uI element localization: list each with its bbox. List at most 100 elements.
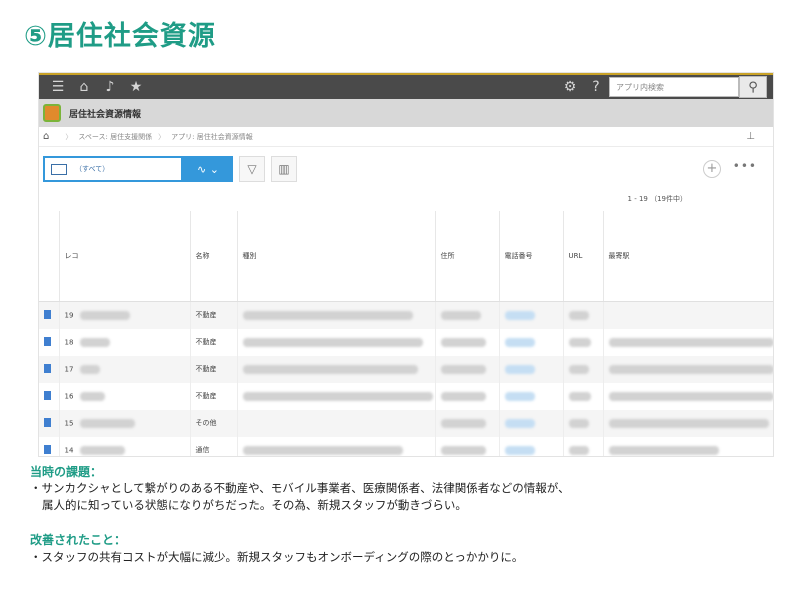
column-header[interactable]: 最寄駅: [603, 211, 773, 302]
column-header[interactable]: 住所: [435, 211, 500, 302]
app-search-input[interactable]: アプリ内検索: [609, 77, 739, 97]
view-toolbar: （すべて） ∿ ⌄ ▽ ▥ + •••: [39, 147, 773, 191]
issues-heading: 当時の課題：: [30, 465, 103, 479]
redacted-url: [504, 337, 535, 347]
table-row[interactable]: 15 その他: [39, 409, 773, 437]
bell-icon[interactable]: ♪: [97, 76, 123, 98]
filter-button[interactable]: ▽: [239, 156, 265, 182]
graph-button[interactable]: ▥: [271, 156, 297, 182]
breadcrumb: ⌂ 〉 スペース: 居住支援関係 〉 アプリ: 居住社会資源情報 ⊥: [39, 127, 773, 147]
table-row[interactable]: 14 通信: [39, 436, 773, 456]
record-detail-icon[interactable]: [44, 444, 51, 454]
view-select[interactable]: （すべて）: [43, 156, 183, 182]
redacted-station: [568, 337, 591, 347]
app-icon: [43, 104, 61, 122]
improvements-heading: 改善されたこと：: [30, 533, 127, 547]
record-detail-icon[interactable]: [44, 363, 51, 373]
redacted-station: [568, 364, 589, 374]
redacted-address: [242, 445, 403, 455]
home-icon[interactable]: ⌂: [71, 76, 97, 98]
search-icon[interactable]: ⚲: [739, 76, 767, 98]
redacted-phone: [440, 364, 486, 374]
table-row[interactable]: 18 不動産: [39, 328, 773, 356]
redacted-url: [504, 310, 535, 320]
filter-icon: ▽: [247, 162, 257, 176]
record-count: 1 - 19 （19件中）: [627, 195, 687, 203]
column-header[interactable]: レコ: [59, 211, 191, 302]
column-header[interactable]: 電話番号: [499, 211, 564, 302]
top-navigation-bar: ☰ ⌂ ♪ ★ ⚙ ? アプリ内検索 ⚲: [39, 73, 773, 99]
record-number: 16: [64, 392, 74, 400]
chart-line-icon: ∿: [197, 162, 207, 176]
redacted-notes: [608, 337, 773, 347]
record-number: 17: [64, 365, 74, 373]
redacted-phone: [440, 445, 486, 455]
redacted-address: [242, 391, 433, 401]
record-type: 不動産: [195, 365, 217, 373]
redacted-phone: [440, 310, 481, 320]
record-type: 不動産: [195, 311, 217, 320]
gear-icon[interactable]: ⚙: [557, 76, 583, 98]
redacted-name: [80, 364, 101, 374]
table-header-spacer: [39, 211, 60, 302]
record-type: 通信: [195, 446, 210, 454]
redacted-url: [504, 364, 535, 374]
breadcrumb-space[interactable]: スペース: 居住支援関係: [78, 132, 152, 142]
redacted-url: [504, 445, 535, 455]
column-header[interactable]: URL: [563, 211, 604, 302]
redacted-address: [242, 310, 413, 320]
redacted-name: [80, 391, 106, 401]
more-options-icon[interactable]: •••: [733, 159, 757, 173]
record-number: 18: [64, 338, 74, 346]
redacted-name: [80, 337, 111, 347]
table-row[interactable]: 17 不動産: [39, 355, 773, 383]
slide-title: ⑤居住社会資源: [24, 21, 216, 52]
add-record-button[interactable]: +: [703, 160, 721, 178]
record-number: 14: [64, 446, 74, 454]
issues-line-2: 属人的に知っている状態になりがちだった。その為、新規スタッフが動きづらい。: [42, 498, 467, 512]
app-header: 居住社会資源情報: [39, 99, 773, 127]
redacted-phone: [440, 418, 486, 428]
redacted-station: [568, 310, 589, 320]
redacted-station: [568, 391, 591, 401]
star-icon[interactable]: ★: [123, 76, 149, 98]
record-detail-icon[interactable]: [44, 309, 51, 319]
redacted-phone: [440, 391, 486, 401]
redacted-phone: [440, 337, 486, 347]
graph-view-button[interactable]: ∿ ⌄: [183, 156, 233, 182]
record-detail-icon[interactable]: [44, 417, 51, 427]
column-header[interactable]: 名称: [190, 211, 238, 302]
bar-chart-icon: ▥: [278, 162, 290, 176]
redacted-notes: [608, 364, 773, 374]
redacted-notes: [608, 445, 719, 455]
record-detail-icon[interactable]: [44, 336, 51, 346]
app-screenshot: ☰ ⌂ ♪ ★ ⚙ ? アプリ内検索 ⚲ 居住社会資源情報 ⌂ 〉 スペース: …: [38, 72, 774, 457]
view-select-label: （すべて）: [75, 165, 110, 173]
app-name: 居住社会資源情報: [69, 109, 142, 120]
redacted-url: [504, 418, 535, 428]
help-icon[interactable]: ?: [583, 76, 609, 98]
record-type: 不動産: [195, 392, 217, 400]
redacted-url: [504, 391, 535, 401]
record-number: 19: [64, 311, 74, 320]
redacted-notes: [608, 418, 769, 428]
home-icon[interactable]: ⌂: [43, 131, 49, 142]
redacted-address: [242, 364, 418, 374]
record-type: その他: [195, 419, 217, 427]
table-row[interactable]: 16 不動産: [39, 382, 773, 410]
menu-icon[interactable]: ☰: [45, 76, 71, 98]
column-header[interactable]: 種別: [237, 211, 436, 302]
record-type: 不動産: [195, 338, 217, 346]
redacted-name: [80, 310, 131, 320]
table-row[interactable]: 19 不動産: [39, 301, 773, 329]
chevron-down-icon: ⌄: [209, 162, 219, 176]
redacted-name: [80, 445, 126, 455]
record-number: 15: [64, 419, 74, 427]
record-detail-icon[interactable]: [44, 390, 51, 400]
pin-icon[interactable]: ⊥: [746, 131, 755, 142]
breadcrumb-app[interactable]: アプリ: 居住社会資源情報: [171, 132, 253, 142]
issues-line-1: ・サンカクシャとして繋がりのある不動産や、モバイル事業者、医療関係者、法律関係者…: [30, 481, 570, 495]
redacted-address: [242, 337, 423, 347]
redacted-station: [568, 418, 589, 428]
improvements-line-1: ・スタッフの共有コストが大幅に減少。新規スタッフもオンボーディングの際のとっかか…: [30, 550, 524, 564]
